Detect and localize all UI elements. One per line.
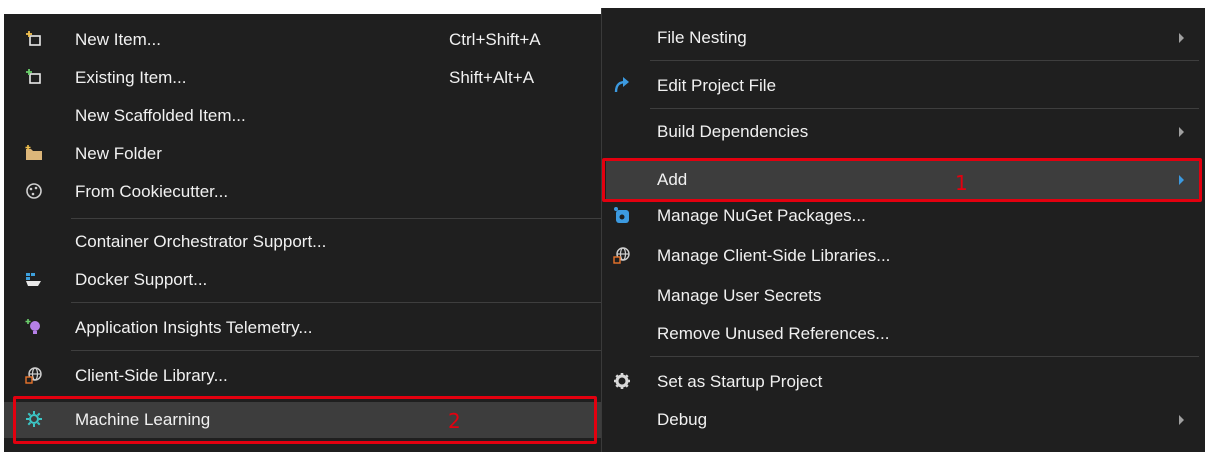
menu-item-existing-item[interactable]: Existing Item... Shift+Alt+A: [4, 66, 602, 90]
callout-box-2: [13, 396, 597, 444]
shortcut-text: Ctrl+Shift+A: [449, 30, 541, 49]
menu-item-label: Edit Project File: [657, 76, 777, 95]
menu-item-from-cookiecutter[interactable]: From Cookiecutter...: [4, 180, 602, 204]
menu-item-label: File Nesting: [657, 28, 747, 47]
menu-separator: [71, 302, 602, 303]
menu-item-label: From Cookiecutter...: [75, 182, 229, 201]
menu-item-label: Set as Startup Project: [657, 372, 823, 391]
menu-separator: [71, 350, 602, 351]
callout-number-1: 1: [955, 171, 968, 195]
menu-item-file-nesting[interactable]: File Nesting: [602, 26, 1205, 50]
menu-item-debug[interactable]: Debug: [602, 408, 1205, 432]
menu-item-new-folder[interactable]: New Folder: [4, 142, 602, 166]
submenu-arrow-icon: [1179, 127, 1184, 137]
shortcut-text: Shift+Alt+A: [449, 68, 535, 87]
menu-item-manage-nuget-packages[interactable]: Manage NuGet Packages...: [602, 204, 1205, 228]
gear-icon: [613, 372, 631, 390]
callout-number-2: 2: [448, 409, 461, 433]
menu-separator: [71, 218, 602, 219]
menu-item-label: Manage NuGet Packages...: [657, 206, 866, 225]
menu-item-edit-project-file[interactable]: Edit Project File: [602, 74, 1205, 98]
menu-item-label: Container Orchestrator Support...: [75, 232, 327, 251]
menu-item-label: New Folder: [75, 144, 162, 163]
menu-item-label: Manage User Secrets: [657, 286, 822, 305]
nuget-icon: [613, 206, 631, 224]
menu-item-label: New Item...: [75, 30, 161, 49]
menu-item-label: Debug: [657, 410, 708, 429]
menu-item-label: Build Dependencies: [657, 122, 809, 141]
menu-item-remove-unused-references[interactable]: Remove Unused References...: [602, 322, 1205, 346]
menu-item-container-orchestrator-support[interactable]: Container Orchestrator Support...: [4, 230, 602, 254]
menu-item-client-side-library[interactable]: Client-Side Library...: [4, 364, 602, 388]
project-context-menu: File Nesting Edit Project File Build Dep…: [601, 8, 1205, 452]
menu-item-label: Application Insights Telemetry...: [75, 318, 313, 337]
folder-icon: [25, 144, 43, 162]
existing-item-icon: [25, 68, 43, 86]
menu-separator: [650, 108, 1199, 109]
menu-item-label: Existing Item...: [75, 68, 187, 87]
menu-item-application-insights-telemetry[interactable]: Application Insights Telemetry...: [4, 316, 602, 340]
menu-item-label: Remove Unused References...: [657, 324, 890, 343]
menu-separator: [650, 60, 1199, 61]
menu-item-manage-client-side-libraries[interactable]: Manage Client-Side Libraries...: [602, 244, 1205, 268]
menu-item-label: Client-Side Library...: [75, 366, 228, 385]
menu-separator: [650, 356, 1199, 357]
menu-item-label: New Scaffolded Item...: [75, 106, 246, 125]
menu-item-manage-user-secrets[interactable]: Manage User Secrets: [602, 284, 1205, 308]
menu-item-build-dependencies[interactable]: Build Dependencies: [602, 120, 1205, 144]
menu-item-docker-support[interactable]: Docker Support...: [4, 268, 602, 292]
cookiecutter-icon: [25, 182, 43, 200]
globe-icon: [25, 366, 43, 384]
menu-item-label: Manage Client-Side Libraries...: [657, 246, 891, 265]
submenu-arrow-icon: [1179, 415, 1184, 425]
menu-item-set-as-startup-project[interactable]: Set as Startup Project: [602, 370, 1205, 394]
menu-item-label: Docker Support...: [75, 270, 208, 289]
callout-box-1: [602, 158, 1202, 202]
menu-item-new-scaffolded-item[interactable]: New Scaffolded Item...: [4, 104, 602, 128]
lightbulb-icon: [25, 318, 43, 336]
add-submenu: New Item... Ctrl+Shift+A Existing Item..…: [4, 14, 602, 452]
docker-icon: [25, 270, 43, 288]
menu-item-new-item[interactable]: New Item... Ctrl+Shift+A: [4, 28, 602, 52]
globe-icon: [613, 246, 631, 264]
submenu-arrow-icon: [1179, 33, 1184, 43]
redo-arrow-icon: [613, 76, 631, 94]
new-item-icon: [25, 30, 43, 48]
